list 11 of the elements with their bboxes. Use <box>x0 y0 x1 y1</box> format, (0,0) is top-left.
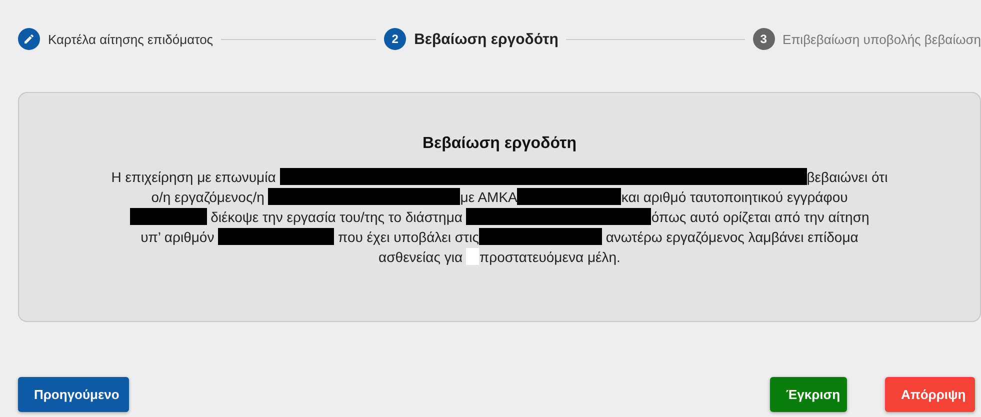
step-label[interactable]: Βεβαίωση εργοδότη <box>414 30 558 48</box>
action-button[interactable]: Έγκριση <box>770 377 847 412</box>
step-number: 3 <box>752 28 775 50</box>
step-label[interactable]: Επιβεβαίωση υποβολής βεβαίωση <box>782 32 981 46</box>
certificate-title: Βεβαίωση εργοδότη <box>422 135 578 153</box>
action-button[interactable]: Προηγούμενο <box>18 377 129 412</box>
action-button[interactable]: Απόρριψη <box>885 377 975 412</box>
step-label[interactable]: Καρτέλα αίτησης επιδόματος <box>48 32 214 46</box>
certificate-text: Η επιχείρηση με επωνυμία βεβαιώνει ότι ο/η εργαζόμενος/η με ΑΜΚΑ και αριθμό ταυτοποιητικού εγγράφου διέκοψε την εργασία του/της το διάστημα όπως αυτό ορίζεται από την αίτηση υπ’ αριθμόν που έχει υποβάλει στις ανωτέρω εργαζόμενος λαμβάνει επίδομα ασθενείας για προστατευόμενα μέλη. <box>110 167 889 267</box>
step-number: 2 <box>384 28 406 50</box>
blank-mark <box>466 248 480 265</box>
